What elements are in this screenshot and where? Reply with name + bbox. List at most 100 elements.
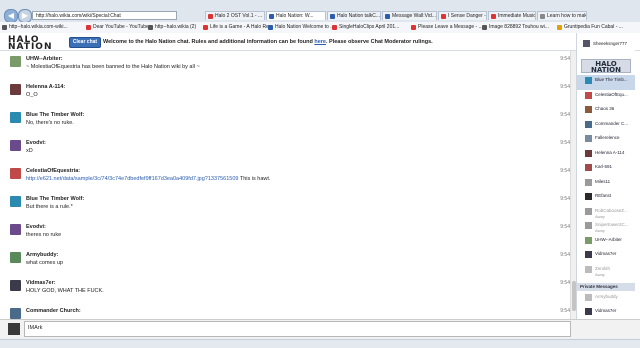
tab-label: Immediate Music -... <box>498 13 536 19</box>
user-list-item[interactable]: Karl-591 <box>577 162 635 177</box>
message-username[interactable]: Commander Church: <box>26 308 81 314</box>
user-list-item[interactable]: REfanst <box>577 191 635 206</box>
halo-nation-logo[interactable]: HALO NATION <box>8 36 58 52</box>
message-text: ~ MolestiaOfEquestria has been banned to… <box>26 64 200 70</box>
user-avatar[interactable] <box>10 140 21 151</box>
message-timestamp: 9:54 <box>560 308 570 314</box>
user-avatar[interactable] <box>10 224 21 235</box>
message-username[interactable]: Armybuddy: <box>26 252 58 258</box>
message-username[interactable]: Evodvi: <box>26 140 46 146</box>
user-list-item[interactable]: RobCabooseZ... Away <box>577 206 635 221</box>
user-name: Miles11 <box>595 178 611 184</box>
user-list-item[interactable]: UHW--Arbiter <box>577 235 635 250</box>
user-status: Away <box>595 228 605 233</box>
user-list-item[interactable]: Helenna A-114 <box>577 148 635 163</box>
user-avatar[interactable] <box>10 168 21 179</box>
user-avatar[interactable] <box>10 56 21 67</box>
bookmark-item[interactable]: Gruntipedia Fun Cabal - ... <box>557 24 634 31</box>
chat-message: Evodvi: theres no ruke 9:54 <box>8 221 570 247</box>
forward-icon[interactable]: ▶ <box>18 9 32 23</box>
user-name: Commander C... <box>595 120 629 126</box>
bookmark-favicon-icon <box>411 25 416 30</box>
user-avatar <box>585 222 592 229</box>
bookmark-item[interactable]: SingleHaloClips April 201... <box>332 24 416 31</box>
bookmark-item[interactable]: http--halo.wikia.com-wiki... <box>2 24 91 31</box>
self-avatar <box>8 323 20 335</box>
user-avatar[interactable] <box>10 280 21 291</box>
browser-tab[interactable]: Message Wall:Vid... <box>382 11 437 20</box>
message-timestamp: 9:54 <box>560 196 570 202</box>
message-username[interactable]: Helenna A-114: <box>26 84 65 90</box>
tab-favicon-icon <box>269 14 274 19</box>
user-avatar[interactable] <box>10 252 21 263</box>
message-username[interactable]: Blue The Timber Wolf: <box>26 112 84 118</box>
user-list-item[interactable]: Snipertower2C... Away <box>577 220 635 235</box>
bookmark-favicon-icon <box>332 25 337 30</box>
user-avatar <box>585 164 592 171</box>
message-timestamp: 9:54 <box>560 168 570 174</box>
back-icon[interactable]: ◀ <box>4 9 18 23</box>
message-username[interactable]: Evodvi: <box>26 224 46 230</box>
bookmark-item[interactable]: Dear YouTube - YouTube <box>86 24 153 31</box>
browser-tab[interactable]: I Sense Danger - A... <box>438 11 487 20</box>
bookmark-item[interactable]: Life is a Game - A Halo Re... <box>203 24 273 31</box>
message-input[interactable]: IMArk <box>24 321 571 337</box>
tab-label: Message Wall:Vid... <box>392 13 436 19</box>
browser-tab[interactable]: Halo 2 OST Vol.1 - ... <box>205 11 265 20</box>
user-list-item[interactable]: Fallerelence <box>577 133 635 148</box>
user-name: Vidmas7er <box>595 308 617 313</box>
user-avatar[interactable] <box>10 308 21 319</box>
bookmark-label: Halo Nation Welcome to ... <box>275 24 335 30</box>
chat-message: Armybuddy: what comes up 9:54 <box>8 249 570 275</box>
browser-tab[interactable]: Halo Nation talkC... <box>327 11 381 20</box>
browser-tab[interactable]: Learn how to mak... <box>537 11 587 20</box>
tab-label: I Sense Danger - A... <box>448 13 486 19</box>
message-username[interactable]: UHW--Arbiter: <box>26 56 63 62</box>
clear-chat-button[interactable]: Clear chat <box>69 37 101 48</box>
user-list-item[interactable]: Commander C... <box>577 119 635 134</box>
message-username[interactable]: CelestiaOfEquestria: <box>26 168 80 174</box>
user-list-item[interactable]: Zerolith Away <box>577 264 635 279</box>
message-username[interactable]: Blue The Timber Wolf: <box>26 196 84 202</box>
message-username[interactable]: Vidmas7er: <box>26 280 56 286</box>
bookmark-item[interactable]: Halo Nation Welcome to ... <box>268 24 337 31</box>
user-list-item[interactable]: Miles11 <box>577 177 635 192</box>
rules-link[interactable]: here <box>314 39 326 45</box>
tab-favicon-icon <box>208 14 213 19</box>
user-avatar[interactable] <box>10 112 21 123</box>
browser-tab[interactable]: Halo Nation: W... <box>266 11 326 20</box>
user-avatar[interactable] <box>10 84 21 95</box>
bookmark-item[interactable]: Image 828892 Touhou wi... <box>482 24 562 31</box>
private-message-item[interactable]: Armybuddy <box>577 292 635 306</box>
browser-tab[interactable]: Immediate Music -... <box>488 11 536 20</box>
private-message-item[interactable]: Vidmas7er <box>577 306 635 320</box>
message-timestamp: 9:54 <box>560 224 570 230</box>
user-list-item[interactable]: Vidmas7er <box>577 249 635 264</box>
user-avatar[interactable] <box>10 196 21 207</box>
welcome-text: Welcome to the Halo Nation chat. Rules a… <box>103 39 315 45</box>
bookmark-favicon-icon <box>2 25 7 30</box>
bookmark-label: SingleHaloClips April 201... <box>339 24 400 30</box>
bookmark-label: Image 828892 Touhou wi... <box>489 24 549 30</box>
user-list-item[interactable]: CelestiaOfEqu... <box>577 90 635 105</box>
user-name: Karl-591 <box>595 164 613 169</box>
bookmark-item[interactable]: Please Leave a Message - ... <box>411 24 487 31</box>
chat-message: Vidmas7er: HOLY GOD, WHAT THE FUCK. 9:54 <box>8 277 570 303</box>
address-bar[interactable]: http://halo.wikia.com/wiki/Special:Chat <box>32 11 177 20</box>
tab-favicon-icon <box>385 14 390 19</box>
current-user[interactable]: Sheeeksnger777 <box>577 38 635 50</box>
user-list-item[interactable]: Blue The Timb... <box>577 75 635 90</box>
message-link[interactable]: http://e621.net/data/sample/3c/74/3c74e7… <box>26 176 238 182</box>
user-name: Snipertower2C... <box>595 222 629 227</box>
user-name: Vidmas7er <box>595 251 617 256</box>
user-list-item[interactable]: Chaos 36 <box>577 104 635 119</box>
user-avatar <box>585 193 592 200</box>
user-avatar <box>585 236 592 244</box>
user-avatar <box>585 265 592 273</box>
bookmark-favicon-icon <box>86 25 91 30</box>
chat-message-list[interactable]: UHW--Arbiter: ~ MolestiaOfEquestria has b… <box>8 51 570 319</box>
bookmark-item[interactable]: http--halo.wikia (2) <box>148 24 208 31</box>
chat-message: Commander Church: 9:54 <box>8 305 570 319</box>
message-text: theres no ruke <box>26 232 62 238</box>
user-name: REfanst <box>595 193 612 198</box>
